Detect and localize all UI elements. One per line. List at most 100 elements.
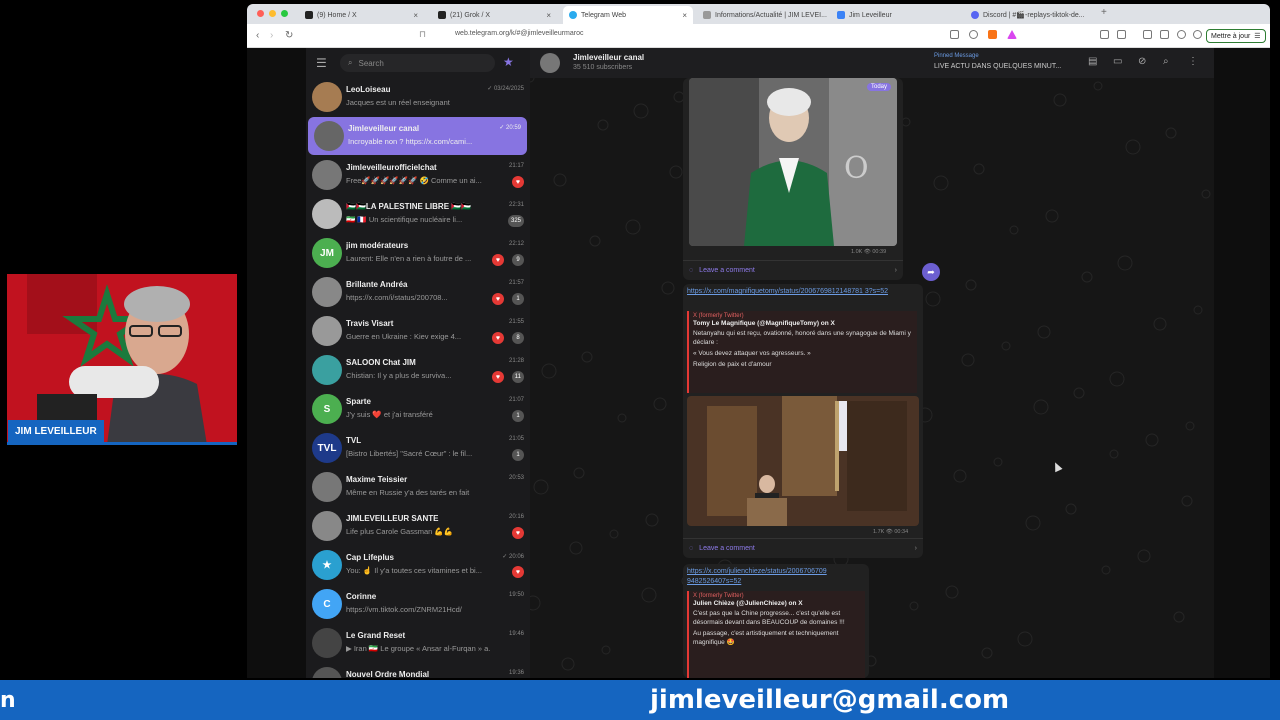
post-link[interactable]: https://x.com/magnifiquetomy/status/2006…	[687, 287, 919, 297]
chat-item[interactable]: TVL TVL [Bistro Libertés] "Sacré Cœur" : l…	[306, 429, 530, 467]
link-preview[interactable]: X (formerly Twitter) Julien Chièze (@Jul…	[687, 591, 865, 678]
bottom-banner: n jimleveilleur@gmail.com	[0, 680, 1280, 720]
leave-comment-button[interactable]: ◌ Leave a comment ›	[683, 260, 903, 280]
chat-time: 19:36	[508, 670, 524, 676]
chat-item[interactable]: JIMLEVEILLEUR SANTE Life plus Carole Gass…	[306, 507, 530, 545]
pattern-doodle	[589, 235, 601, 247]
close-window-button[interactable]	[257, 10, 264, 17]
chat-item[interactable]: JM jim modérateurs Laurent: Elle n'en a ri…	[306, 234, 530, 272]
vpn-icon[interactable]	[1193, 30, 1202, 39]
chat-preview: https://vm.tiktok.com/ZNRM21Hcd/	[346, 605, 462, 614]
mute-icon[interactable]: ⊘	[1138, 56, 1146, 67]
chat-item[interactable]: LeoLoiseau Jacques est un réel enseignant…	[306, 78, 530, 116]
chat-avatar: S	[312, 394, 342, 424]
pinned-list-icon[interactable]: ▤	[1088, 56, 1097, 67]
pattern-doodle	[981, 647, 993, 659]
url-field[interactable]: web.telegram.org/k/#@jimleveilleurmaroc	[455, 30, 584, 37]
heart-reaction-icon: ♥	[512, 176, 524, 188]
tab-grok[interactable]: (21) Grok / X ×	[432, 6, 557, 24]
sidebar-toggle-icon[interactable]	[1143, 30, 1152, 39]
tab-informations[interactable]: Informations/Actualité | JIM LEVEI...	[697, 6, 827, 24]
comments-icon[interactable]: ▭	[1113, 56, 1122, 67]
search-input[interactable]: ⌕ Search	[340, 54, 495, 72]
page-icon	[837, 11, 845, 19]
leave-comment-button[interactable]: ◌ Leave a comment ›	[683, 538, 923, 558]
tab-discord[interactable]: Discord | #🎬-replays-tiktok-de...	[965, 6, 1099, 24]
forward-icon[interactable]: ›	[270, 30, 273, 41]
maximize-window-button[interactable]	[281, 10, 288, 17]
back-icon[interactable]: ‹	[256, 30, 259, 41]
pattern-doodle	[561, 657, 575, 671]
heart-reaction-icon: ♥	[492, 332, 504, 344]
chat-item[interactable]: Le Grand Reset ▶ Iran 🇮🇷 Le groupe « Ansa…	[306, 624, 530, 662]
search-icon[interactable]: ⌕	[1163, 56, 1169, 67]
link-preview[interactable]: X (formerly Twitter) Tomy Le Magnifique …	[687, 311, 917, 393]
tab-jim-leveilleur[interactable]: Jim Leveilleur	[831, 6, 961, 24]
chat-time: 22:12	[508, 241, 524, 247]
forward-button[interactable]: ➦	[922, 263, 940, 281]
post-photo-lagarde[interactable]: O Today	[689, 78, 897, 246]
reload-icon[interactable]: ↻	[285, 30, 293, 41]
minimize-window-button[interactable]	[269, 10, 276, 17]
chevron-right-icon: ›	[894, 267, 897, 274]
chat-item[interactable]: SALOON Chat JIM Chistian: Il y a plus de …	[306, 351, 530, 389]
chat-header[interactable]: Jimleveilleur canal 35 510 subscribers P…	[530, 48, 1214, 78]
post-photo-synagogue[interactable]	[687, 396, 919, 526]
banner-ticker-text: n	[0, 688, 16, 713]
share-icon[interactable]	[969, 30, 978, 39]
update-button[interactable]: Mettre à jour ☰	[1206, 29, 1266, 43]
new-tab-button[interactable]: +	[1101, 7, 1107, 18]
screenshot-icon[interactable]	[1160, 30, 1169, 39]
tab-telegram-web[interactable]: Telegram Web ×	[563, 6, 693, 24]
chat-item[interactable]: Jimleveilleurofficielchat Free🚀🚀🚀🚀🚀🚀 🤣 Co…	[306, 156, 530, 194]
hamburger-menu-icon[interactable]: ☰	[316, 56, 327, 70]
bookmark-icon[interactable]: ⊓	[419, 29, 426, 40]
brave-shield-icon[interactable]	[988, 30, 997, 39]
extension-icon[interactable]	[1100, 30, 1109, 39]
post-link[interactable]: https://x.com/julienchieze/status/200670…	[687, 567, 865, 587]
chat-item[interactable]: ★ Cap Lifeplus You: ☝ Il y'a toutes ces vi…	[306, 546, 530, 584]
chat-item[interactable]: Jimleveilleur canal Incroyable non ? http…	[308, 117, 527, 155]
pattern-doodle	[1073, 387, 1085, 399]
pattern-doodle	[901, 117, 911, 127]
channel-post[interactable]: https://x.com/julienchieze/status/200670…	[683, 564, 869, 678]
channel-post[interactable]: https://x.com/magnifiquetomy/status/2006…	[683, 284, 923, 558]
chat-preview: Jacques est un réel enseignant	[346, 98, 450, 107]
streamer-name-label: JIM LEVEILLEUR	[8, 420, 104, 442]
unread-badge: 325	[507, 215, 524, 227]
pattern-doodle	[933, 175, 949, 191]
pattern-doodle	[581, 351, 593, 363]
close-tab-icon[interactable]: ×	[413, 11, 418, 20]
svg-text:O: O	[844, 151, 869, 186]
chat-item[interactable]: Nouvel Ordre Mondial 19:36	[306, 663, 530, 678]
chat-item[interactable]: 🇵🇸🇵🇸LA PALESTINE LIBRE 🇵🇸🇵🇸 🇮🇷 🇫🇷 Un scie…	[306, 195, 530, 233]
star-icon[interactable]: ★	[503, 55, 514, 69]
channel-title: Jimleveilleur canal	[573, 53, 645, 62]
chat-item[interactable]: Brillante Andréa https://x.com/i/status/2…	[306, 273, 530, 311]
browser-window: (9) Home / X × (21) Grok / X × Telegram We…	[247, 4, 1270, 678]
pattern-doodle	[1093, 81, 1103, 91]
chat-item[interactable]: S Sparte J'y suis ❤️ et j'ai transféré 21:0…	[306, 390, 530, 428]
brave-rewards-icon[interactable]	[1007, 30, 1017, 39]
pattern-doodle	[1193, 305, 1203, 315]
chat-avatar: ★	[312, 550, 342, 580]
wallet-icon[interactable]	[1177, 30, 1186, 39]
chat-item[interactable]: Travis Visart Guerre en Ukraine : Kiev ex…	[306, 312, 530, 350]
close-tab-icon[interactable]: ×	[682, 11, 687, 20]
pattern-doodle	[645, 513, 659, 527]
more-options-icon[interactable]: ⋮	[1188, 56, 1198, 67]
tab-x-home[interactable]: (9) Home / X ×	[299, 6, 424, 24]
x-logo-icon	[305, 11, 313, 19]
chat-avatar	[312, 277, 342, 307]
pinned-message-label[interactable]: Pinned Message	[934, 53, 979, 59]
pattern-doodle	[965, 279, 977, 291]
close-tab-icon[interactable]: ×	[546, 11, 551, 20]
pinned-message-text[interactable]: LIVE ACTU DANS QUELQUES MINUT...	[934, 63, 1061, 70]
chat-avatar	[312, 511, 342, 541]
chat-item[interactable]: C Corinne https://vm.tiktok.com/ZNRM21Hcd/…	[306, 585, 530, 623]
cast-icon[interactable]	[950, 30, 959, 39]
chat-item[interactable]: Maxime Teissier Même en Russie y'a des ta…	[306, 468, 530, 506]
pattern-doodle	[1065, 503, 1077, 515]
extension-icon[interactable]	[1117, 30, 1126, 39]
channel-post[interactable]: O Today 1.0K 👁 00:39 ◌ Leave a comment ›	[683, 78, 903, 280]
